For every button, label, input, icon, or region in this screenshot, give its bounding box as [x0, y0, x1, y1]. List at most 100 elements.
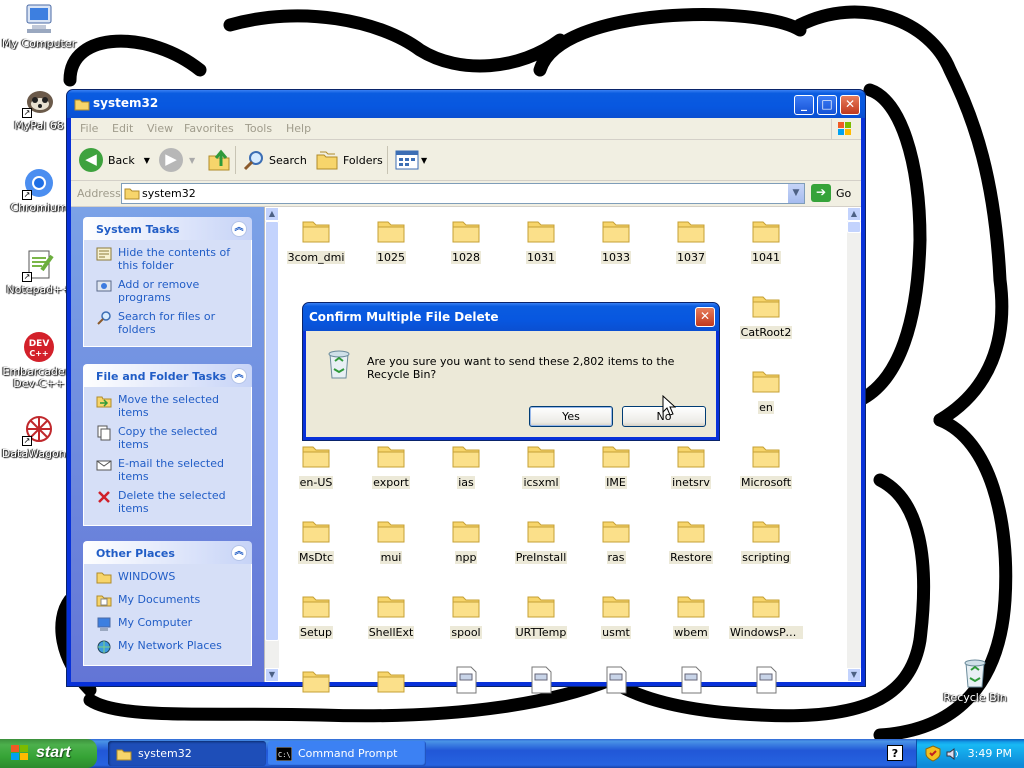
scroll-thumb[interactable]: [847, 221, 861, 233]
folder-item[interactable]: Setup: [279, 590, 353, 642]
file-item[interactable]: [429, 665, 503, 701]
search-button[interactable]: Search: [243, 147, 307, 173]
task-delete[interactable]: Delete the selected items: [96, 489, 245, 515]
place-my-documents[interactable]: My Documents: [96, 593, 245, 609]
folder-item[interactable]: 1033: [579, 215, 653, 267]
collapse-icon[interactable]: ︽: [231, 221, 247, 237]
scroll-up-arrow-icon[interactable]: ▲: [265, 207, 279, 221]
address-input[interactable]: system32 ▼: [121, 183, 805, 204]
panel-header[interactable]: Other Places ︽: [83, 541, 252, 564]
folder-item[interactable]: ias: [429, 440, 503, 492]
menu-favorites[interactable]: Favorites: [184, 122, 234, 135]
folder-icon: [301, 215, 331, 245]
folder-item[interactable]: MsDtc: [279, 515, 353, 567]
folder-item[interactable]: PreInstall: [504, 515, 578, 567]
file-item[interactable]: [729, 665, 803, 701]
folder-item[interactable]: WindowsPo...: [729, 590, 803, 642]
file-item[interactable]: [654, 665, 728, 701]
menu-help[interactable]: Help: [286, 122, 311, 135]
folders-button[interactable]: Folders: [315, 147, 383, 173]
collapse-icon[interactable]: ︽: [231, 368, 247, 384]
folder-item[interactable]: Restore: [654, 515, 728, 567]
folder-item[interactable]: export: [354, 440, 428, 492]
scroll-down-arrow-icon[interactable]: ▼: [847, 668, 861, 682]
desktop-icon-label: Recycle Bin: [943, 692, 1007, 704]
folder-item[interactable]: scripting: [729, 515, 803, 567]
task-copy[interactable]: Copy the selected items: [96, 425, 245, 451]
menu-tools[interactable]: Tools: [245, 122, 272, 135]
dialog-titlebar[interactable]: Confirm Multiple File Delete ✕: [303, 303, 719, 331]
folder-item[interactable]: 1028: [429, 215, 503, 267]
task-search[interactable]: Search for files or folders: [96, 310, 245, 336]
collapse-icon[interactable]: ︽: [231, 545, 247, 561]
menu-edit[interactable]: Edit: [112, 122, 133, 135]
folder-item[interactable]: spool: [429, 590, 503, 642]
menu-file[interactable]: File: [80, 122, 98, 135]
file-item[interactable]: [279, 665, 353, 701]
folder-item[interactable]: URTTemp: [504, 590, 578, 642]
scroll-up-arrow-icon[interactable]: ▲: [847, 207, 861, 221]
task-hide-contents[interactable]: Hide the contents of this folder: [96, 246, 245, 272]
desktop-icon-my-computer[interactable]: My Computer: [0, 2, 78, 50]
folder-item[interactable]: mui: [354, 515, 428, 567]
folder-item[interactable]: en: [729, 365, 803, 417]
left-scrollbar[interactable]: ▲ ▼: [265, 207, 279, 682]
place-network[interactable]: My Network Places: [96, 639, 245, 655]
forward-button[interactable]: ▶ ▼: [159, 147, 195, 173]
place-windows[interactable]: WINDOWS: [96, 570, 245, 586]
folder-item[interactable]: 1031: [504, 215, 578, 267]
views-button[interactable]: ▼: [395, 147, 427, 173]
go-button[interactable]: ➔ Go: [811, 184, 851, 202]
task-add-remove-programs[interactable]: Add or remove programs: [96, 278, 245, 304]
scroll-down-arrow-icon[interactable]: ▼: [265, 668, 279, 682]
folder-item[interactable]: en-US: [279, 440, 353, 492]
up-folder-button[interactable]: [207, 147, 231, 173]
folder-item[interactable]: npp: [429, 515, 503, 567]
chevron-down-icon[interactable]: ▼: [144, 156, 150, 165]
chevron-down-icon[interactable]: ▼: [788, 184, 804, 203]
folder-item[interactable]: ShellExt: [354, 590, 428, 642]
desktop-icon-recycle-bin[interactable]: Recycle Bin: [936, 656, 1014, 704]
folder-item[interactable]: wbem: [654, 590, 728, 642]
folder-icon: [751, 365, 781, 395]
scroll-thumb[interactable]: [265, 221, 279, 641]
folder-item[interactable]: ras: [579, 515, 653, 567]
file-item[interactable]: [354, 665, 428, 701]
close-button[interactable]: ✕: [840, 95, 860, 115]
folder-item[interactable]: 1025: [354, 215, 428, 267]
folder-icon: [751, 515, 781, 545]
folder-item[interactable]: usmt: [579, 590, 653, 642]
security-shield-icon[interactable]: [925, 745, 941, 762]
dialog-close-button[interactable]: ✕: [695, 307, 715, 327]
minimize-button[interactable]: _: [794, 95, 814, 115]
folder-item[interactable]: Microsoft: [729, 440, 803, 492]
taskbar-button-system32[interactable]: system32: [108, 741, 266, 766]
folder-icon: [751, 590, 781, 620]
right-scrollbar[interactable]: ▲ ▼: [847, 207, 861, 682]
folder-item[interactable]: 3com_dmi: [279, 215, 353, 267]
email-icon: [96, 457, 112, 473]
menu-view[interactable]: View: [147, 122, 173, 135]
file-item[interactable]: [579, 665, 653, 701]
panel-header[interactable]: File and Folder Tasks ︽: [83, 364, 252, 387]
place-my-computer[interactable]: My Computer: [96, 616, 245, 632]
folder-item[interactable]: IME: [579, 440, 653, 492]
speaker-icon[interactable]: [945, 746, 961, 762]
maximize-button[interactable]: □: [817, 95, 837, 115]
task-move[interactable]: Move the selected items: [96, 393, 245, 419]
folder-item[interactable]: icsxml: [504, 440, 578, 492]
folder-item[interactable]: CatRoot2: [729, 290, 803, 342]
folder-icon: [676, 590, 706, 620]
help-icon[interactable]: ?: [887, 745, 903, 761]
folder-item[interactable]: 1037: [654, 215, 728, 267]
file-item[interactable]: [504, 665, 578, 701]
back-button[interactable]: ◀ Back ▼: [79, 147, 150, 173]
task-email[interactable]: E-mail the selected items: [96, 457, 245, 483]
folder-item[interactable]: 1041: [729, 215, 803, 267]
taskbar-button-command-prompt[interactable]: C:\ Command Prompt: [268, 741, 426, 766]
yes-button[interactable]: Yes: [529, 406, 613, 427]
window-titlebar[interactable]: system32 _ □ ✕: [67, 90, 865, 118]
panel-header[interactable]: System Tasks ︽: [83, 217, 252, 240]
start-button[interactable]: start: [0, 739, 97, 768]
folder-item[interactable]: inetsrv: [654, 440, 728, 492]
